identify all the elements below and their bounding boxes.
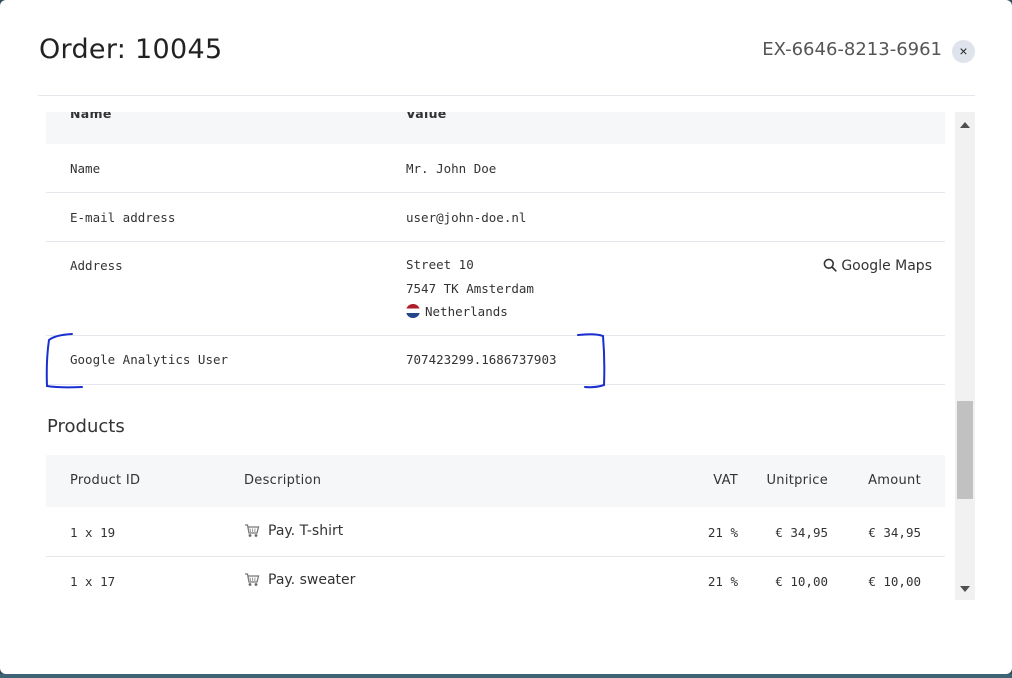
product-amount: € 10,00 xyxy=(868,574,921,589)
page-background xyxy=(0,674,1012,678)
table-row-email: E-mail address user@john-doe.nl xyxy=(46,193,945,242)
address-country: Netherlands xyxy=(406,304,508,319)
vertical-scrollbar[interactable] xyxy=(955,112,975,600)
products-section-title: Products xyxy=(47,416,125,437)
row-label: Google Analytics User xyxy=(70,352,229,367)
table-row: 1 x 17 Pay. sweater 21 % € 10,00 € 10,00 xyxy=(46,557,945,602)
column-header-vat: VAT xyxy=(713,473,738,488)
modal-header: Order: 10045 EX-6646-8213-6961 × xyxy=(38,22,975,96)
scroll-up-arrow-icon[interactable] xyxy=(960,122,970,128)
close-icon: × xyxy=(959,43,968,59)
table-row-ga-user: Google Analytics User 707423299.16867379… xyxy=(46,336,945,385)
product-name: Pay. sweater xyxy=(268,572,356,588)
scrollbar-thumb[interactable] xyxy=(957,401,973,499)
address-street: Street 10 xyxy=(406,257,474,272)
row-value: 707423299.1686737903 xyxy=(406,352,557,367)
table-row-name: Name Mr. John Doe xyxy=(46,144,945,193)
table-row-address: Address Street 10 7547 TK Amsterdam Neth… xyxy=(46,242,945,336)
page-title: Order: 10045 xyxy=(39,34,223,65)
row-label: E-mail address xyxy=(70,210,176,225)
netherlands-flag-icon xyxy=(406,304,420,318)
row-label: Name xyxy=(70,161,101,176)
product-description: Pay. sweater xyxy=(244,572,355,588)
column-header-unitprice: Unitprice xyxy=(766,473,828,488)
order-reference: EX-6646-8213-6961 xyxy=(762,39,942,60)
scroll-down-arrow-icon[interactable] xyxy=(960,586,970,592)
product-amount: € 34,95 xyxy=(868,525,921,540)
table-row: 1 x 19 Pay. T-shirt 21 % € 34,95 € 34,95 xyxy=(46,508,945,557)
product-name: Pay. T-shirt xyxy=(268,523,344,539)
column-header-description: Description xyxy=(244,473,322,488)
row-value: Mr. John Doe xyxy=(406,161,497,176)
customer-table-header: Name Value xyxy=(46,112,945,144)
shopping-cart-icon xyxy=(245,524,260,537)
product-unitprice: € 10,00 xyxy=(775,574,828,589)
product-vat: 21 % xyxy=(707,574,738,589)
product-vat: 21 % xyxy=(707,525,738,540)
search-icon xyxy=(823,258,837,272)
close-button[interactable]: × xyxy=(952,40,975,63)
column-header-product-id: Product ID xyxy=(70,473,141,488)
shopping-cart-icon xyxy=(245,573,260,586)
google-maps-label: Google Maps xyxy=(841,258,932,274)
column-header-value: Value xyxy=(406,112,447,121)
row-value: user@john-doe.nl xyxy=(406,210,527,225)
modal-scroll-area[interactable]: Name Value Name Mr. John Doe E-mail addr… xyxy=(46,112,945,602)
column-header-name: Name xyxy=(70,112,112,121)
products-table-header: Product ID Description VAT Unitprice Amo… xyxy=(46,455,945,507)
product-id: 1 x 19 xyxy=(70,525,116,540)
country-name: Netherlands xyxy=(425,304,508,319)
product-id: 1 x 17 xyxy=(70,574,116,589)
product-description: Pay. T-shirt xyxy=(244,523,343,539)
product-unitprice: € 34,95 xyxy=(775,525,828,540)
google-maps-link[interactable]: Google Maps xyxy=(823,258,932,274)
order-modal: Order: 10045 EX-6646-8213-6961 × Name Va… xyxy=(0,0,1012,674)
row-label: Address xyxy=(70,258,123,273)
address-city: 7547 TK Amsterdam xyxy=(406,281,534,296)
column-header-amount: Amount xyxy=(868,473,921,488)
